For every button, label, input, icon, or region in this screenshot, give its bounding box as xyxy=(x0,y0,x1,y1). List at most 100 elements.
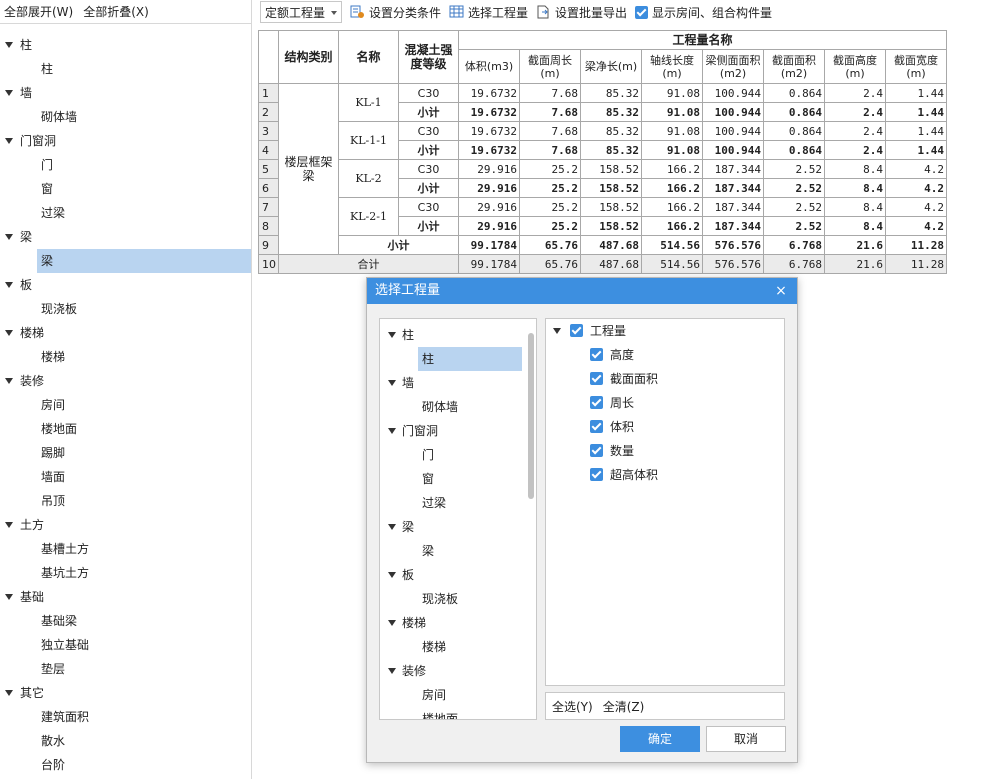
expand-all-button[interactable]: 全部展开(W) xyxy=(4,3,73,20)
tree-item[interactable]: 楼地面 xyxy=(380,707,536,719)
expand-arrow-icon[interactable] xyxy=(5,282,13,288)
checkbox-checked-icon[interactable] xyxy=(570,324,583,337)
table-row[interactable]: 7 KL-2-1 C30 29.916 25.2 158.52 166.2 187.344 2.… xyxy=(258,197,947,236)
tree-category[interactable]: 墙 xyxy=(380,371,536,395)
checklist-item[interactable]: 体积 xyxy=(546,415,784,439)
tree-item[interactable]: 窗 xyxy=(380,467,536,491)
checkbox-checked-icon[interactable] xyxy=(590,372,603,385)
table-row[interactable]: 1 楼层框架梁 KL-1 C30 19.6732 7.68 85.32 91.08 100.94… xyxy=(258,83,947,255)
checkbox-checked-icon[interactable] xyxy=(590,396,603,409)
set-category-button[interactable]: 设置分类条件 xyxy=(350,4,441,21)
tree-category[interactable]: 楼梯 xyxy=(380,611,536,635)
tree-item[interactable]: 散水 xyxy=(37,729,251,753)
checklist-item[interactable]: 超高体积 xyxy=(546,463,784,487)
expand-arrow-icon[interactable] xyxy=(388,428,396,434)
collapse-all-button[interactable]: 全部折叠(X) xyxy=(83,3,149,20)
tree-item[interactable]: 楼梯 xyxy=(380,635,536,659)
tree-category[interactable]: 梁 xyxy=(0,225,251,249)
expand-arrow-icon[interactable] xyxy=(388,668,396,674)
tree-category[interactable]: 楼梯 xyxy=(0,321,251,345)
checklist-item[interactable]: 高度 xyxy=(546,343,784,367)
tree-item[interactable]: 基槽土方 xyxy=(37,537,251,561)
expand-arrow-icon[interactable] xyxy=(5,330,13,336)
tree-item[interactable]: 现浇板 xyxy=(37,297,251,321)
expand-arrow-icon[interactable] xyxy=(5,90,13,96)
tree-item[interactable]: 砌体墙 xyxy=(380,395,536,419)
tree-item[interactable]: 过梁 xyxy=(37,201,251,225)
expand-arrow-icon[interactable] xyxy=(5,42,13,48)
expand-arrow-icon[interactable] xyxy=(388,572,396,578)
expand-arrow-icon[interactable] xyxy=(5,234,13,240)
tree-item[interactable]: 砌体墙 xyxy=(37,105,251,129)
checkbox-checked-icon[interactable] xyxy=(590,420,603,433)
expand-arrow-icon[interactable] xyxy=(553,328,561,334)
tree-category[interactable]: 装修 xyxy=(0,369,251,393)
expand-arrow-icon[interactable] xyxy=(388,620,396,626)
select-quantity-button[interactable]: 选择工程量 xyxy=(449,4,528,21)
checklist-item[interactable]: 截面面积 xyxy=(546,367,784,391)
cancel-button[interactable]: 取消 xyxy=(706,726,786,752)
clear-all-button[interactable]: 全清(Z) xyxy=(603,698,645,715)
tree-category[interactable]: 板 xyxy=(380,563,536,587)
expand-arrow-icon[interactable] xyxy=(388,524,396,530)
tree-item[interactable]: 独立基础 xyxy=(37,633,251,657)
subtotal-row[interactable]: 9 小计 99.1784 65.76 487.68 514.56 576.576 6.768 2… xyxy=(258,235,947,255)
table-row[interactable]: 3 KL-1-1 C30 19.6732 7.68 85.32 91.08 100.944 0.… xyxy=(258,121,947,160)
expand-arrow-icon[interactable] xyxy=(388,380,396,386)
expand-arrow-icon[interactable] xyxy=(5,594,13,600)
checkbox-checked-icon[interactable] xyxy=(590,348,603,361)
tree-category[interactable]: 门窗洞 xyxy=(380,419,536,443)
tree-item[interactable]: 梁 xyxy=(380,539,536,563)
tree-category[interactable]: 门窗洞 xyxy=(0,129,251,153)
expand-arrow-icon[interactable] xyxy=(388,332,396,338)
tree-item[interactable]: 墙面 xyxy=(37,465,251,489)
ok-button[interactable]: 确定 xyxy=(620,726,700,752)
checklist-item[interactable]: 数量 xyxy=(546,439,784,463)
tree-category[interactable]: 柱 xyxy=(0,33,251,57)
tree-item[interactable]: 楼地面 xyxy=(37,417,251,441)
tree-category[interactable]: 板 xyxy=(0,273,251,297)
tree-item[interactable]: 楼梯 xyxy=(37,345,251,369)
checklist-item[interactable]: 周长 xyxy=(546,391,784,415)
total-row[interactable]: 10 合计 99.1784 65.76 487.68 514.56 576.576 6.768… xyxy=(258,254,947,274)
checkbox-checked-icon[interactable] xyxy=(590,468,603,481)
tree-item[interactable]: 垫层 xyxy=(37,657,251,681)
table-row[interactable]: 5 KL-2 C30 29.916 25.2 158.52 166.2 187.344 2.52… xyxy=(258,159,947,198)
select-all-button[interactable]: 全选(Y) xyxy=(552,698,593,715)
tree-item[interactable]: 柱 xyxy=(37,57,251,81)
tree-category[interactable]: 其它 xyxy=(0,681,251,705)
tree-item[interactable]: 台阶 xyxy=(37,753,251,777)
tree-item[interactable]: 建筑面积 xyxy=(37,705,251,729)
tree-item[interactable]: 基础梁 xyxy=(37,609,251,633)
expand-arrow-icon[interactable] xyxy=(5,522,13,528)
tree-scrollbar[interactable] xyxy=(528,333,534,499)
tree-item[interactable]: 门 xyxy=(37,153,251,177)
tree-item[interactable]: 窗 xyxy=(37,177,251,201)
tree-item[interactable]: 基坑土方 xyxy=(37,561,251,585)
tree-item[interactable]: 吊顶 xyxy=(37,489,251,513)
tree-label: 楼梯 xyxy=(20,326,45,340)
tree-item[interactable]: 踢脚 xyxy=(37,441,251,465)
expand-arrow-icon[interactable] xyxy=(5,138,13,144)
tree-item[interactable]: 房间 xyxy=(380,683,536,707)
tree-item[interactable]: 现浇板 xyxy=(380,587,536,611)
checkbox-checked-icon[interactable] xyxy=(590,444,603,457)
tree-item[interactable]: 过梁 xyxy=(380,491,536,515)
expand-arrow-icon[interactable] xyxy=(5,378,13,384)
tree-item[interactable]: 柱 xyxy=(380,347,536,371)
close-icon[interactable]: × xyxy=(771,278,791,304)
tree-item[interactable]: 门 xyxy=(380,443,536,467)
tree-category[interactable]: 墙 xyxy=(0,81,251,105)
tree-category[interactable]: 装修 xyxy=(380,659,536,683)
tree-category[interactable]: 土方 xyxy=(0,513,251,537)
show-room-checkbox[interactable]: 显示房间、组合构件量 xyxy=(635,4,772,21)
checklist-root[interactable]: 工程量 xyxy=(546,319,784,343)
tree-item[interactable]: 梁 xyxy=(37,249,251,273)
tree-category[interactable]: 柱 xyxy=(380,323,536,347)
quantity-type-dropdown[interactable]: 定额工程量 xyxy=(260,1,342,23)
tree-item[interactable]: 房间 xyxy=(37,393,251,417)
expand-arrow-icon[interactable] xyxy=(5,690,13,696)
set-batch-export-button[interactable]: 设置批量导出 xyxy=(536,4,627,21)
tree-category[interactable]: 基础 xyxy=(0,585,251,609)
tree-category[interactable]: 梁 xyxy=(380,515,536,539)
